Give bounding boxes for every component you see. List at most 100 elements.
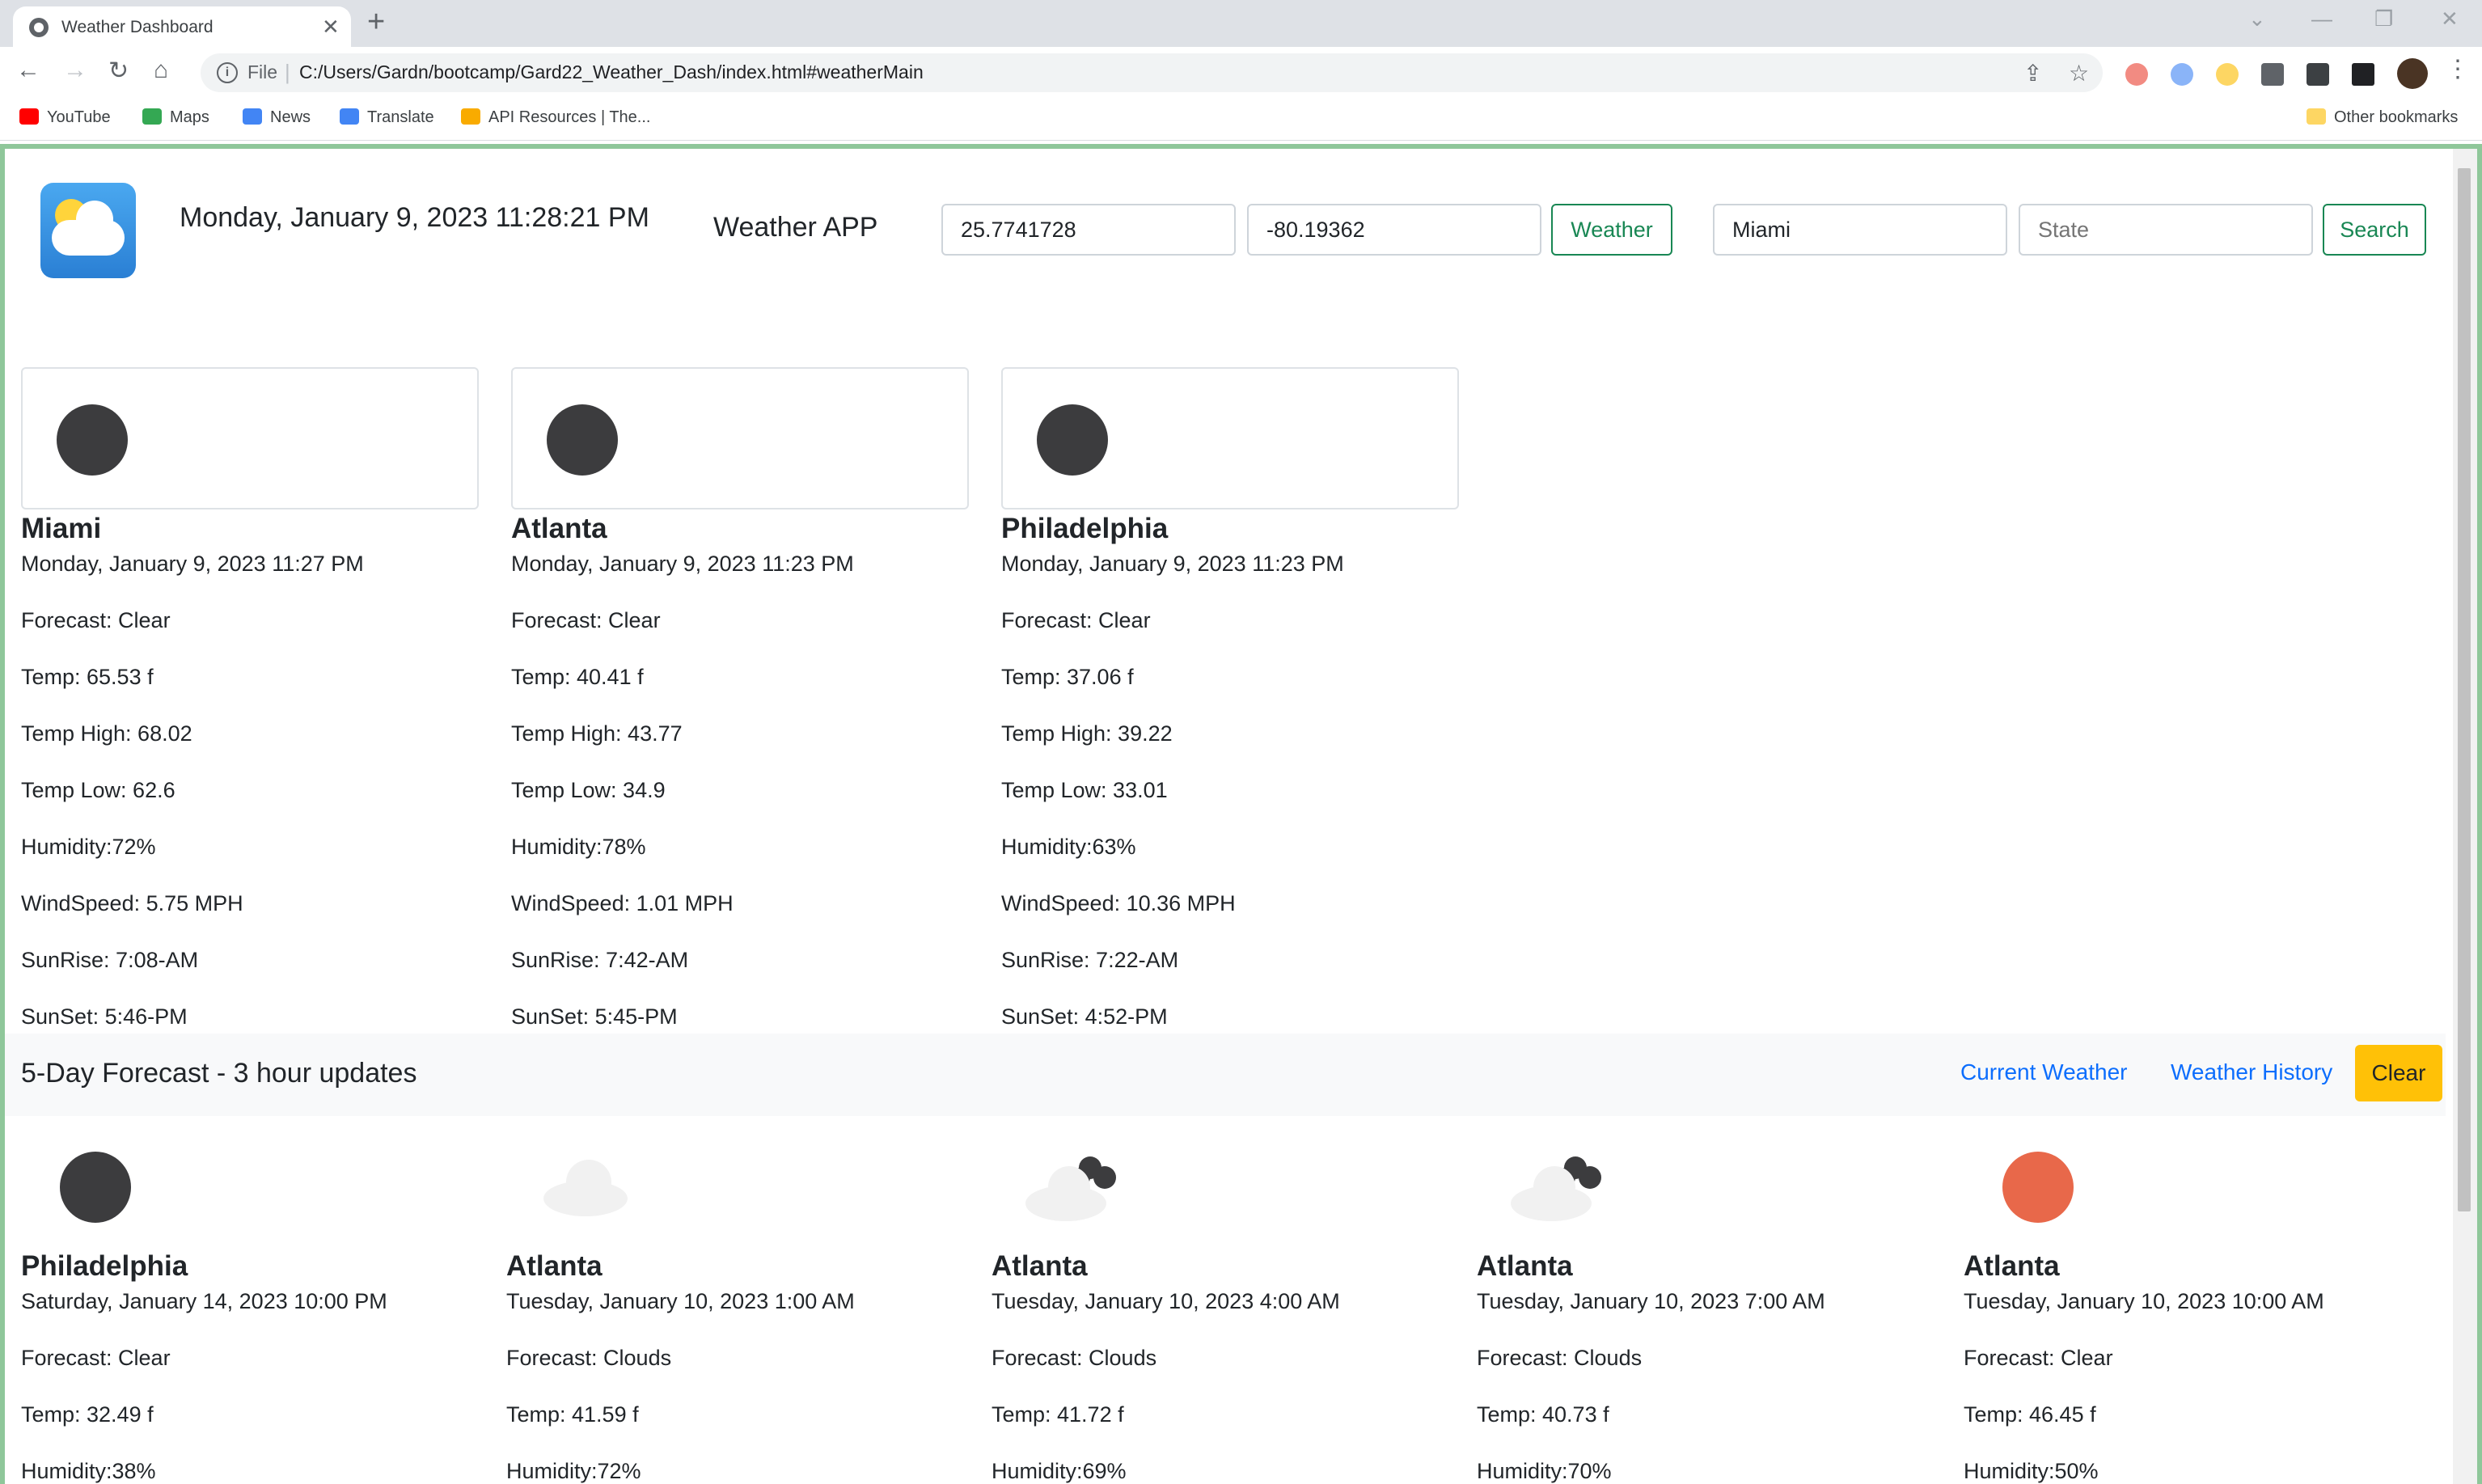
page-viewport: Monday, January 9, 2023 11:28:21 PM Weat… bbox=[0, 144, 2482, 1484]
windspeed-text: WindSpeed: 5.75 MPH bbox=[21, 891, 243, 915]
forecast-text: Forecast: Clear bbox=[21, 1346, 171, 1370]
close-window-icon[interactable]: ✕ bbox=[2441, 6, 2459, 32]
address-bar[interactable]: i File | C:/Users/Gardn/bootcamp/Gard22_… bbox=[201, 53, 2103, 92]
bookmark-news[interactable]: News bbox=[243, 108, 311, 127]
bookmark-youtube[interactable]: YouTube bbox=[19, 108, 111, 127]
restore-icon[interactable]: ❐ bbox=[2374, 6, 2393, 32]
puzzle-icon[interactable] bbox=[2261, 63, 2284, 86]
temp-text: Temp: 40.41 f bbox=[511, 665, 644, 689]
forecast-title: 5-Day Forecast - 3 hour updates bbox=[21, 1058, 417, 1089]
reload-icon[interactable]: ↻ bbox=[108, 57, 129, 85]
page-scrollbar[interactable] bbox=[2453, 149, 2477, 1484]
state-input[interactable] bbox=[2019, 204, 2313, 256]
moon-icon bbox=[547, 404, 618, 476]
temp-text: Temp: 41.72 f bbox=[992, 1402, 1124, 1427]
forecast-date: Tuesday, January 10, 2023 10:00 AM bbox=[1964, 1289, 2324, 1313]
extension-icon[interactable] bbox=[2307, 63, 2329, 86]
sunset-text: SunSet: 5:46-PM bbox=[21, 1004, 188, 1029]
forecast-text: Forecast: Clear bbox=[21, 608, 171, 632]
moon-icon bbox=[60, 1152, 131, 1223]
browser-toolbar: ← → ↻ ⌂ i File | C:/Users/Gardn/bootcamp… bbox=[0, 47, 2482, 99]
city-name: Atlanta bbox=[1477, 1250, 1573, 1282]
dark-clouds-icon bbox=[1511, 1156, 1601, 1221]
forecast-card: Philadelphia Saturday, January 14, 2023 … bbox=[21, 1247, 506, 1484]
humidity-text: Humidity:50% bbox=[1964, 1459, 2099, 1483]
humidity-text: Humidity:69% bbox=[992, 1459, 1127, 1483]
bookmark-maps[interactable]: Maps bbox=[142, 108, 209, 127]
current-weather-card: Miami Monday, January 9, 2023 11:27 PM F… bbox=[21, 509, 506, 1032]
minimize-icon[interactable]: — bbox=[2311, 6, 2332, 32]
forecast-date: Saturday, January 14, 2023 10:00 PM bbox=[21, 1289, 387, 1313]
extension-icon[interactable] bbox=[2216, 63, 2239, 86]
current-weather-link[interactable]: Current Weather bbox=[1960, 1059, 2127, 1085]
humidity-text: Humidity:72% bbox=[21, 835, 156, 859]
city-name: Philadelphia bbox=[21, 1250, 188, 1282]
longitude-input[interactable] bbox=[1247, 204, 1541, 256]
temp-text: Temp: 46.45 f bbox=[1964, 1402, 2096, 1427]
forward-icon[interactable]: → bbox=[63, 57, 87, 84]
bookmark-label: News bbox=[270, 108, 311, 126]
cloud-icon bbox=[543, 1160, 628, 1216]
extension-icon[interactable] bbox=[2125, 63, 2148, 86]
humidity-text: Humidity:70% bbox=[1477, 1459, 1612, 1483]
bookmark-label: YouTube bbox=[47, 108, 111, 126]
tab-search-icon[interactable]: ⌄ bbox=[2248, 6, 2266, 32]
weather-icon-box bbox=[21, 367, 479, 509]
sunrise-text: SunRise: 7:42-AM bbox=[511, 948, 689, 972]
forecast-text: Forecast: Clear bbox=[1001, 608, 1151, 632]
share-icon[interactable]: ⇪ bbox=[2023, 60, 2042, 87]
sunset-text: SunSet: 5:45-PM bbox=[511, 1004, 678, 1029]
temp-text: Temp: 41.59 f bbox=[506, 1402, 639, 1427]
temp-low-text: Temp Low: 34.9 bbox=[511, 778, 666, 802]
new-tab-button[interactable]: + bbox=[367, 5, 385, 40]
moon-icon bbox=[57, 404, 128, 476]
city-input[interactable] bbox=[1713, 204, 2007, 256]
humidity-text: Humidity:72% bbox=[506, 1459, 641, 1483]
url-text[interactable]: C:/Users/Gardn/bootcamp/Gard22_Weather_D… bbox=[299, 61, 924, 83]
home-icon[interactable]: ⌂ bbox=[154, 57, 168, 84]
bookmark-label: Translate bbox=[367, 108, 434, 126]
forecast-date: Tuesday, January 10, 2023 1:00 AM bbox=[506, 1289, 855, 1313]
bookmark-api-resources[interactable]: API Resources | The... bbox=[461, 108, 650, 127]
sun-icon bbox=[2002, 1152, 2074, 1223]
avatar[interactable] bbox=[2397, 58, 2428, 89]
temp-high-text: Temp High: 68.02 bbox=[21, 721, 192, 746]
tab-title: Weather Dashboard bbox=[61, 18, 214, 36]
menu-icon[interactable]: ⋮ bbox=[2446, 55, 2470, 83]
extension-icon[interactable] bbox=[2171, 63, 2193, 86]
clear-button[interactable]: Clear bbox=[2355, 1045, 2442, 1101]
folder-icon bbox=[2307, 108, 2326, 125]
city-name: Philadelphia bbox=[1001, 513, 1169, 544]
search-button[interactable]: Search bbox=[2323, 204, 2426, 256]
back-icon[interactable]: ← bbox=[16, 57, 40, 84]
weather-logo-icon bbox=[40, 183, 136, 278]
weather-icon-box bbox=[511, 367, 969, 509]
separator: | bbox=[285, 60, 290, 84]
browser-tab[interactable]: Weather Dashboard ✕ bbox=[13, 6, 351, 47]
forecast-text: Forecast: Clouds bbox=[1477, 1346, 1643, 1370]
forecast-text: Forecast: Clear bbox=[511, 608, 661, 632]
weather-button[interactable]: Weather bbox=[1551, 204, 1672, 256]
city-name: Atlanta bbox=[511, 513, 607, 544]
star-icon[interactable]: ☆ bbox=[2069, 60, 2089, 87]
bookmark-label: Other bookmarks bbox=[2334, 108, 2459, 126]
bookmark-translate[interactable]: Translate bbox=[340, 108, 434, 127]
humidity-text: Humidity:78% bbox=[511, 835, 646, 859]
weather-history-link[interactable]: Weather History bbox=[2171, 1059, 2332, 1085]
sunrise-text: SunRise: 7:08-AM bbox=[21, 948, 199, 972]
sunset-text: SunSet: 4:52-PM bbox=[1001, 1004, 1168, 1029]
current-weather-card: Philadelphia Monday, January 9, 2023 11:… bbox=[1001, 509, 1486, 1032]
side-panel-icon[interactable] bbox=[2352, 63, 2374, 86]
city-name: Miami bbox=[21, 513, 102, 544]
forecast-card: Atlanta Tuesday, January 10, 2023 4:00 A… bbox=[992, 1247, 1477, 1484]
close-tab-icon[interactable]: ✕ bbox=[322, 15, 340, 40]
info-icon[interactable]: i bbox=[217, 62, 238, 83]
temp-text: Temp: 65.53 f bbox=[21, 665, 154, 689]
windspeed-text: WindSpeed: 10.36 MPH bbox=[1001, 891, 1236, 915]
temp-text: Temp: 37.06 f bbox=[1001, 665, 1134, 689]
other-bookmarks[interactable]: Other bookmarks bbox=[2307, 108, 2458, 127]
scrollbar-thumb[interactable] bbox=[2458, 168, 2471, 1211]
latitude-input[interactable] bbox=[941, 204, 1236, 256]
humidity-text: Humidity:38% bbox=[21, 1459, 156, 1483]
windspeed-text: WindSpeed: 1.01 MPH bbox=[511, 891, 734, 915]
